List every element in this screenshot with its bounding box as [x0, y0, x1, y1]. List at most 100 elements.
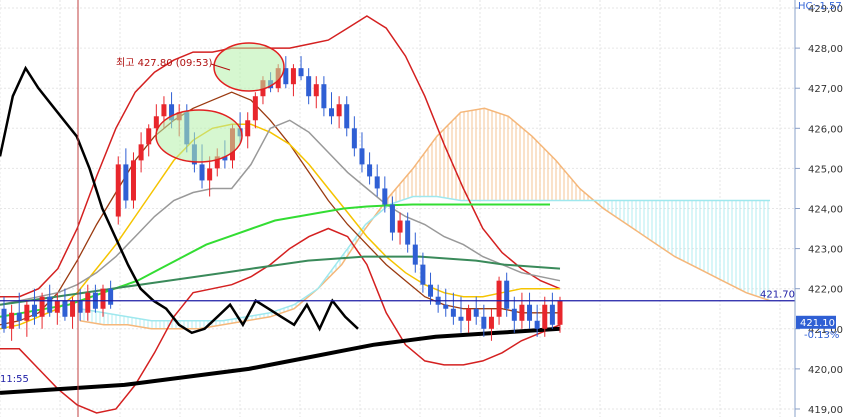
candle — [336, 96, 342, 129]
candle-body — [313, 84, 319, 97]
candle-body — [207, 168, 213, 181]
candle — [298, 56, 304, 81]
candle — [283, 56, 289, 89]
candle-body — [39, 296, 45, 317]
candle — [85, 284, 91, 321]
chart-window: 최고 427.80 (09:53) 11:55 419,00 420,00 421,… — [0, 0, 864, 417]
candle-body — [443, 304, 449, 309]
candle — [39, 292, 45, 329]
candle — [252, 92, 258, 129]
candle-body — [428, 284, 434, 297]
ref-line-tag: 421.70 — [760, 290, 795, 301]
candle-body — [146, 128, 152, 145]
candle-body — [450, 308, 456, 317]
candle-body — [389, 204, 395, 233]
candle-body — [108, 288, 114, 305]
y-tick-label: 427,00 — [808, 84, 843, 95]
y-tick-label: 422,00 — [808, 285, 843, 296]
candle-body — [534, 320, 540, 329]
candle — [329, 92, 335, 125]
mid-zone-ellipse — [155, 109, 243, 163]
last-price-label: 421.10 — [800, 318, 835, 329]
price-chart: 최고 427.80 (09:53) 11:55 419,00420,00421,… — [0, 0, 864, 417]
candle-body — [504, 280, 510, 309]
y-tick-label: 423,00 — [808, 245, 843, 256]
y-tick-label: 420,00 — [808, 365, 843, 376]
candle-body — [481, 316, 487, 329]
candle-body — [519, 304, 525, 321]
candle — [450, 292, 456, 325]
candle-body — [245, 120, 251, 137]
candle-body — [1, 308, 7, 329]
candle-body — [351, 128, 357, 149]
candle-body — [458, 316, 464, 321]
candle-body — [306, 76, 312, 97]
candle-body — [336, 104, 342, 117]
black-thick-line — [0, 326, 561, 395]
candle-body — [557, 300, 563, 325]
candlesticks — [1, 56, 563, 341]
high-zone-ellipse — [213, 42, 285, 92]
cloud-span-b — [79, 195, 770, 322]
candle — [115, 156, 121, 225]
candle-body — [62, 300, 68, 317]
candle-body — [527, 304, 533, 321]
candle-body — [420, 264, 426, 285]
candle-body — [496, 280, 502, 317]
ref-line-label: 421.70 — [760, 290, 795, 301]
candle — [359, 132, 365, 173]
candle — [511, 296, 517, 333]
candle-body — [473, 308, 479, 317]
candle-body — [382, 188, 388, 205]
candle — [138, 132, 144, 173]
candle — [367, 152, 373, 185]
y-tick-label: 424,00 — [808, 205, 843, 216]
candle-body — [199, 164, 205, 181]
candle-body — [329, 108, 335, 117]
y-tick-label: 426,00 — [808, 124, 843, 135]
y-tick-label: 428,00 — [808, 44, 843, 55]
candle-body — [298, 68, 304, 77]
candle-body — [511, 308, 517, 321]
candle-body — [290, 68, 296, 85]
candle — [245, 112, 251, 149]
candle-body — [115, 164, 121, 217]
candle — [9, 304, 15, 341]
candle-body — [397, 220, 403, 233]
candle-body — [16, 312, 22, 321]
candle-body — [374, 176, 380, 189]
change-label: -0.13% — [804, 330, 839, 341]
indicator-readout: HC:-1.57 — [798, 1, 842, 12]
candle — [24, 300, 30, 337]
candle-body — [542, 304, 548, 329]
candle — [130, 152, 136, 209]
candle-body — [321, 84, 327, 109]
candle-body — [488, 316, 494, 329]
candle — [374, 164, 380, 197]
candle — [313, 76, 319, 109]
candle — [351, 116, 357, 157]
candle — [488, 308, 494, 341]
candle — [344, 96, 350, 137]
candle — [306, 68, 312, 105]
candle-body — [412, 244, 418, 265]
candle — [70, 296, 76, 329]
candle-body — [138, 144, 144, 161]
candle-body — [344, 104, 350, 129]
candle-body — [130, 160, 136, 201]
candle-body — [252, 96, 258, 121]
candle-body — [123, 164, 129, 201]
candle — [123, 148, 129, 209]
candle — [466, 304, 472, 333]
time-label: 11:55 — [0, 374, 29, 385]
candle-body — [405, 220, 411, 245]
candle — [207, 156, 213, 197]
candle-body — [367, 164, 373, 177]
candle-body — [9, 312, 15, 329]
candle-body — [31, 304, 37, 317]
candle-body — [85, 292, 91, 313]
candle — [527, 292, 533, 329]
candle-body — [100, 288, 106, 309]
candle-body — [549, 304, 555, 325]
high-annotation: 최고 427.80 (09:53) — [116, 57, 212, 69]
